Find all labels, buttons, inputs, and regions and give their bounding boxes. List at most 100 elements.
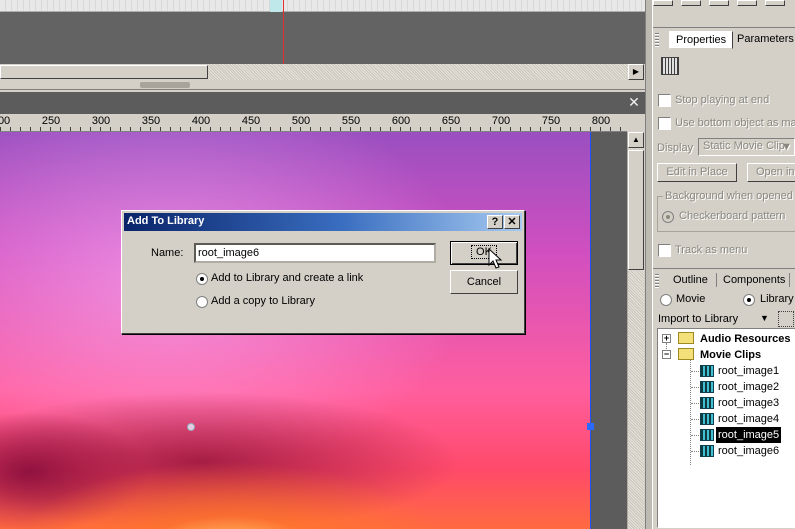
chevron-down-icon[interactable]: ▼ [781,141,792,153]
library-radio-label: Library [760,293,794,305]
tree-item-root-image3[interactable]: root_image3 [658,395,795,411]
tool-button[interactable] [653,0,673,6]
tab-outline[interactable]: Outline [667,272,714,290]
add-copy-label: Add a copy to Library [211,295,315,307]
tab-parameters[interactable]: Parameters [731,31,795,49]
panel-grip[interactable] [655,274,659,288]
track-as-menu-checkbox[interactable] [658,244,671,257]
scroll-up-arrow-icon[interactable]: ▲ [628,132,644,148]
checkerboard-radio[interactable] [662,211,674,223]
movie-clip-icon [700,445,714,457]
folder-icon [678,348,694,360]
ruler-tick-label: 250 [41,115,61,127]
tree-folder-audio-resources[interactable]: + Audio Resources [658,331,795,347]
add-and-link-label: Add to Library and create a link [211,272,364,284]
scrollbar-thumb[interactable] [628,150,644,270]
stage-vertical-scrollbar[interactable]: ▲ [627,132,644,529]
tree-label: root_image4 [718,413,780,425]
open-in-button[interactable]: Open in [747,163,795,182]
scrollbar-track[interactable] [208,64,628,80]
tree-item-root-image2[interactable]: root_image2 [658,379,795,395]
tool-button[interactable] [709,0,729,6]
outline-body: Movie Library Import to Library ▼ + Audi… [653,290,795,529]
properties-body: Stop playing at end Use bottom object as… [653,50,795,265]
stage-header: ✕ [0,92,645,114]
add-copy-radio[interactable] [196,296,208,308]
folder-icon [678,332,694,344]
edit-in-place-button[interactable]: Edit in Place [657,163,737,182]
tree-item-root-image6[interactable]: root_image6 [658,443,795,459]
splitter-grip[interactable] [140,82,190,88]
ruler-tick-label: 800 [591,115,611,127]
tab-separator [789,273,790,287]
stop-playing-label: Stop playing at end [675,94,770,106]
tool-button[interactable] [737,0,757,6]
cancel-button[interactable]: Cancel [450,270,518,294]
panel-splitter[interactable] [0,80,645,90]
tree-item-root-image1[interactable]: root_image1 [658,363,795,379]
dialog-titlebar[interactable]: Add To Library ? ✕ [124,213,522,231]
timeline-frames[interactable] [0,0,645,12]
stage-pasteboard [590,132,627,529]
panel-divider[interactable] [645,0,653,529]
import-to-library-label[interactable]: Import to Library [658,313,738,325]
movie-clip-icon [700,397,714,409]
tree-label-selected: root_image5 [716,427,782,443]
library-radio[interactable] [743,294,755,306]
tree-folder-movie-clips[interactable]: − Movie Clips [658,347,795,363]
ok-button[interactable]: OK [450,241,518,265]
ruler-tick-label: 200 [0,115,11,127]
timeline-body [0,12,645,64]
ruler-tick-label: 650 [441,115,461,127]
outline-tabbar: Outline Components [653,268,795,290]
ruler-tick-label: 300 [91,115,111,127]
ruler-tick-label: 500 [291,115,311,127]
transform-handle[interactable] [587,423,594,430]
scrollbar-thumb[interactable] [0,65,208,79]
tab-components[interactable]: Components [717,272,791,290]
dialog-title: Add To Library [127,215,205,227]
scroll-right-arrow-icon[interactable]: ▶ [628,64,644,80]
import-dropdown-arrow-icon[interactable]: ▼ [760,313,769,323]
help-button[interactable]: ? [487,215,503,229]
collapse-minus-icon[interactable]: − [662,350,671,359]
expand-plus-icon[interactable]: + [662,334,671,343]
tree-item-root-image5[interactable]: root_image5 [658,427,795,443]
registration-point[interactable] [187,423,195,431]
movie-clip-icon [700,413,714,425]
ruler-tick-label: 450 [241,115,261,127]
movie-radio[interactable] [660,294,672,306]
display-combo[interactable]: Static Movie Clip ▼ [698,138,795,156]
use-bottom-object-checkbox[interactable] [658,117,671,130]
ruler-tick-label: 400 [191,115,211,127]
movie-clip-icon [700,429,714,441]
tree-label: root_image1 [718,365,780,377]
tree-item-root-image4[interactable]: root_image4 [658,411,795,427]
stop-playing-checkbox[interactable] [658,94,671,107]
playhead-line[interactable] [283,0,284,64]
tree-label: Audio Resources [700,333,791,345]
selected-frame[interactable] [270,0,282,12]
movie-clip-icon [700,381,714,393]
frame-cells[interactable] [0,0,645,11]
tool-button[interactable] [765,0,785,6]
library-options-icon[interactable] [778,311,794,327]
display-value: Static Movie Clip [703,140,785,152]
checkerboard-label: Checkerboard pattern [679,210,786,222]
timeline-horizontal-scrollbar[interactable]: ▶ [0,64,645,80]
panel-grip[interactable] [655,33,659,47]
tool-button[interactable] [681,0,701,6]
movie-clip-icon [661,57,679,75]
ruler-tick-label: 750 [541,115,561,127]
close-icon[interactable]: ✕ [628,95,640,109]
library-tree[interactable]: + Audio Resources − Movie Clips root_ima… [657,328,795,528]
movie-radio-label: Movie [676,293,706,305]
name-input[interactable] [194,243,436,263]
movie-clip-icon [700,365,714,377]
tab-properties[interactable]: Properties [669,31,734,49]
properties-tabbar: Properties Parameters [653,30,795,50]
ruler-tick-label: 700 [491,115,511,127]
add-and-link-radio[interactable] [196,273,208,285]
dialog-close-button[interactable]: ✕ [504,215,520,229]
track-as-menu-label: Track as menu [675,244,748,256]
